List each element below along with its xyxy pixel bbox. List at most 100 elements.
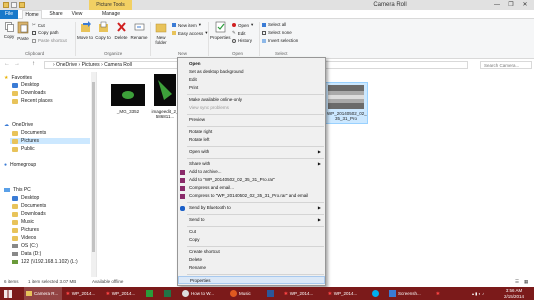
close-button[interactable]: ✕ [518, 0, 532, 10]
menu-compress-rar-email[interactable]: Compress to "WP_20140502_02_35_31_Pro.ra… [178, 192, 325, 200]
breadcrumb[interactable]: › OneDrive › Pictures › Camera Roll [53, 62, 132, 68]
taskbar-item[interactable]: Music [228, 287, 262, 300]
nav-scrollbar[interactable] [91, 72, 96, 287]
menu-copy[interactable]: Copy [178, 236, 325, 244]
menu-print[interactable]: Print [178, 84, 325, 92]
back-button[interactable]: ← [4, 61, 10, 67]
move-to-button[interactable]: Move to [77, 21, 93, 40]
menu-preview[interactable]: Preview [178, 116, 325, 124]
tab-view[interactable]: View [68, 10, 86, 19]
taskbar-app-icon[interactable]: ✱ [434, 287, 448, 300]
taskbar-item[interactable]: ✱ WP_2014... [104, 287, 142, 300]
open-button[interactable]: Open ▾ [232, 22, 253, 28]
nav-pc-desktop[interactable]: Desktop [12, 195, 39, 201]
nav-os-c[interactable]: OS (C:) [12, 243, 38, 249]
minimize-button[interactable]: — [490, 0, 504, 10]
rename-button[interactable]: Rename [130, 21, 148, 40]
menu-separator [187, 274, 324, 275]
nav-pc-documents[interactable]: Documents [12, 203, 46, 209]
nav-desktop[interactable]: Desktop [12, 82, 39, 88]
copy-path-button[interactable]: Copy path [32, 30, 59, 35]
taskbar-item[interactable]: Screensh... [387, 287, 431, 300]
properties-quick-icon[interactable] [11, 2, 17, 8]
menu-add-archive[interactable]: Add to archive... [178, 168, 325, 176]
nav-data-d[interactable]: Data (D:) [12, 251, 41, 257]
file-item[interactable]: _MG_3352 [108, 84, 148, 114]
taskbar-app-icon[interactable] [370, 287, 384, 300]
menu-make-available[interactable]: Make available online-only [178, 96, 325, 104]
red-app-icon: ✱ [106, 291, 110, 296]
nav-public[interactable]: Public [12, 146, 35, 152]
nav-pc-pictures[interactable]: Pictures [12, 227, 39, 233]
menu-delete[interactable]: Delete [178, 256, 325, 264]
maximize-button[interactable]: ❐ [504, 0, 518, 10]
taskbar-item[interactable]: ✱ WP_2014... [326, 287, 366, 300]
menu-rotate-left[interactable]: Rotate left [178, 136, 325, 144]
taskbar-app-icon[interactable] [265, 287, 279, 300]
select-none-button[interactable]: Select none [262, 30, 292, 35]
tab-manage[interactable]: Manage [91, 10, 131, 19]
clock[interactable]: 3:56 AM 2/15/2014 [504, 288, 524, 299]
paste-shortcut-button[interactable]: Paste shortcut [32, 38, 67, 43]
nav-pictures[interactable]: Pictures [10, 138, 90, 144]
taskbar-item[interactable]: Camera R... [24, 287, 62, 300]
folder-icon[interactable] [3, 2, 9, 8]
menu-send-bluetooth[interactable]: Send by Bluetooth to ▶ [178, 204, 325, 212]
menu-rotate-right[interactable]: Rotate right [178, 128, 325, 136]
nav-onedrive[interactable]: ☁ OneDrive [4, 122, 33, 128]
menu-open-with[interactable]: Open with ▶ [178, 148, 325, 156]
menu-open[interactable]: Open [178, 60, 325, 68]
cut-button[interactable]: ✂ Cut [32, 22, 45, 28]
new-item-button[interactable]: New item ▾ [172, 22, 201, 28]
taskbar-app-icon[interactable] [162, 287, 176, 300]
menu-properties[interactable]: Properties [178, 276, 325, 284]
tab-file[interactable]: File [0, 10, 18, 19]
thumbnail-view-icon[interactable]: ▦ [524, 277, 528, 287]
scrollbar-thumb[interactable] [92, 82, 95, 252]
edit-button[interactable]: ✎ Edit [232, 30, 246, 36]
up-button[interactable]: ↑ [32, 61, 35, 67]
easy-access-button[interactable]: Easy access ▾ [172, 30, 208, 36]
nav-recent-places[interactable]: Recent places [12, 98, 53, 104]
system-tray[interactable]: ▴ ▮ ◐ ♪ [470, 287, 506, 300]
properties-button[interactable]: Properties [210, 21, 231, 40]
nav-share-drive[interactable]: 122 (\\192.168.1.102) (L:) [12, 259, 78, 265]
nav-this-pc[interactable]: This PC [4, 187, 31, 193]
taskbar-item[interactable]: How to W... [180, 287, 224, 300]
menu-send-to[interactable]: Send to ▶ [178, 216, 325, 224]
history-button[interactable]: History [232, 38, 252, 43]
details-view-icon[interactable]: ☰ [515, 277, 519, 287]
menu-share-with[interactable]: Share with ▶ [178, 160, 325, 168]
start-button[interactable] [2, 287, 22, 300]
taskbar-item[interactable]: ✱ WP_2014... [64, 287, 102, 300]
nav-pc-videos[interactable]: Videos [12, 235, 36, 241]
search-input[interactable]: Search Camera... [480, 61, 532, 69]
forward-button[interactable]: → [14, 61, 20, 67]
file-item-selected[interactable]: WP_20140502_02_ 35_31_Pro [324, 82, 368, 124]
nav-documents[interactable]: Documents [12, 130, 46, 136]
tab-home[interactable]: Home [22, 10, 42, 19]
tab-share[interactable]: Share [46, 10, 66, 19]
taskbar-item[interactable]: ✱ WP_2014... [282, 287, 322, 300]
new-folder-quick-icon[interactable] [19, 2, 25, 8]
nav-downloads[interactable]: Downloads [12, 90, 46, 96]
nav-favorites[interactable]: ★ Favorites [4, 75, 32, 81]
copy-button[interactable]: Copy [3, 22, 15, 39]
nav-homegroup[interactable]: ● Homegroup [4, 162, 36, 168]
menu-cut[interactable]: Cut [178, 228, 325, 236]
menu-rename[interactable]: Rename [178, 264, 325, 272]
taskbar-app-icon[interactable] [144, 287, 158, 300]
menu-create-shortcut[interactable]: Create shortcut [178, 248, 325, 256]
menu-add-rar[interactable]: Add to "WP_20140502_02_35_31_Pro.rar" [178, 176, 325, 184]
select-all-button[interactable]: Select all [262, 22, 286, 27]
nav-pc-downloads[interactable]: Downloads [12, 211, 46, 217]
delete-button[interactable]: Delete [114, 21, 128, 40]
paste-button[interactable]: Paste [16, 20, 30, 41]
menu-set-desktop[interactable]: Set as desktop background [178, 68, 325, 76]
new-folder-button[interactable]: New folder [153, 21, 169, 45]
menu-edit[interactable]: Edit [178, 76, 325, 84]
copy-to-button[interactable]: Copy to [95, 21, 111, 40]
menu-compress-email[interactable]: Compress and email... [178, 184, 325, 192]
invert-selection-button[interactable]: Invert selection [262, 38, 298, 43]
nav-pc-music[interactable]: Music [12, 219, 34, 225]
